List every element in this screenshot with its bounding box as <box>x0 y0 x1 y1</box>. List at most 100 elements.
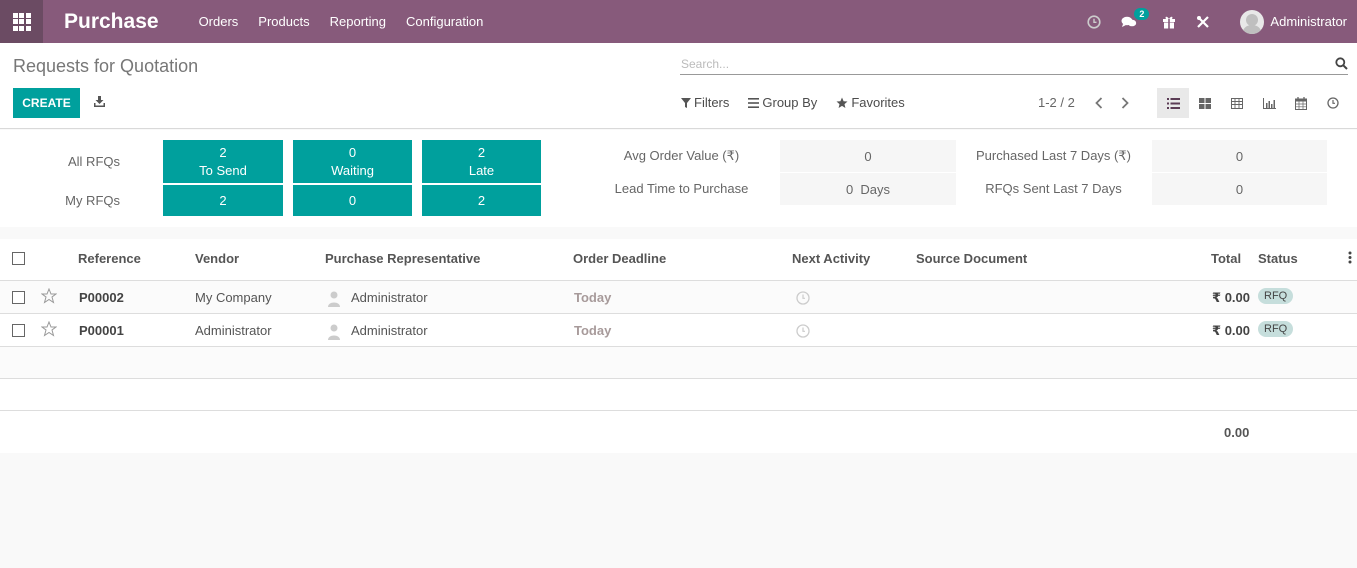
tile-my-late[interactable]: 2 <box>422 185 541 216</box>
clock-icon <box>1327 97 1339 109</box>
tile-my-to-send[interactable]: 2 <box>163 185 283 216</box>
column-vendor[interactable]: Vendor <box>195 251 239 266</box>
table-footer: 0.00 <box>0 411 1357 453</box>
purchase-dashboard: All RFQs My RFQs 2 To Send 0 Waiting 2 L… <box>0 130 1357 227</box>
table-icon <box>1231 97 1243 109</box>
column-next-activity[interactable]: Next Activity <box>792 251 870 266</box>
kebab-icon <box>1348 251 1352 264</box>
list-view-button[interactable] <box>1157 88 1189 118</box>
search-input[interactable] <box>680 56 1335 71</box>
tools-icon <box>1197 15 1210 28</box>
app-name: Purchase <box>64 9 159 33</box>
tile-count: 2 <box>477 192 486 208</box>
tile-my-waiting[interactable]: 0 <box>293 185 412 216</box>
column-status[interactable]: Status <box>1258 251 1298 266</box>
debug-tools-button[interactable] <box>1196 15 1210 29</box>
column-total[interactable]: Total <box>1211 251 1241 266</box>
export-button[interactable] <box>93 95 106 111</box>
chevron-right-icon <box>1121 96 1129 109</box>
star-icon <box>836 97 848 108</box>
kpi-rfqs-sent-7d: 0 <box>1152 173 1327 205</box>
cell-order-deadline: Today <box>574 290 612 305</box>
kpi-purchased-7d-label: Purchased Last 7 Days (₹) <box>976 148 1131 163</box>
view-switcher <box>1157 88 1349 118</box>
calendar-view-button[interactable] <box>1285 88 1317 118</box>
tile-all-to-send[interactable]: 2 To Send <box>163 140 283 183</box>
gift-button[interactable] <box>1162 15 1176 29</box>
cell-reference: P00001 <box>79 323 124 338</box>
menu-configuration[interactable]: Configuration <box>406 14 483 29</box>
kpi-avg-order-value-label: Avg Order Value (₹) <box>623 148 740 163</box>
systray: 2 Administrator <box>1069 0 1347 43</box>
activity-view-button[interactable] <box>1317 88 1349 118</box>
pager-previous-button[interactable] <box>1095 96 1103 109</box>
tile-count: 2 <box>219 192 227 208</box>
calendar-icon <box>1295 96 1307 110</box>
messages-count-badge: 2 <box>1134 7 1150 20</box>
star-outline-icon <box>40 320 58 337</box>
messaging-button[interactable]: 2 <box>1121 7 1150 29</box>
my-rfqs-label: My RFQs <box>65 193 120 208</box>
empty-row <box>0 379 1357 411</box>
tile-count: 0 <box>348 144 357 160</box>
filter-icon <box>681 97 691 108</box>
search-icon[interactable] <box>1335 57 1348 70</box>
priority-star[interactable] <box>40 287 58 307</box>
optional-columns-button[interactable] <box>1348 251 1352 267</box>
filters-button[interactable]: Filters <box>681 95 729 110</box>
status-badge: RFQ <box>1258 321 1294 337</box>
kpi-purchased-7d: 0 <box>1152 140 1327 172</box>
menu-orders[interactable]: Orders <box>199 14 239 29</box>
tile-count: 2 <box>477 144 486 160</box>
schedule-activity-button[interactable] <box>796 291 810 308</box>
kanban-view-button[interactable] <box>1189 88 1221 118</box>
tile-label: Late <box>468 162 495 178</box>
graph-view-button[interactable] <box>1253 88 1285 118</box>
column-representative[interactable]: Purchase Representative <box>325 251 480 266</box>
group-by-button[interactable]: Group By <box>748 95 817 110</box>
user-avatar-icon <box>328 291 340 307</box>
row-checkbox[interactable] <box>12 291 25 304</box>
search-options: Filters Group By Favorites <box>681 95 924 110</box>
tile-all-late[interactable]: 2 Late <box>422 140 541 183</box>
select-all-checkbox[interactable] <box>12 252 25 265</box>
kanban-icon <box>1199 97 1211 109</box>
column-order-deadline[interactable]: Order Deadline <box>573 251 666 266</box>
column-reference[interactable]: Reference <box>78 251 141 266</box>
cell-total: ₹ 0.00 <box>1212 290 1250 305</box>
favorites-button[interactable]: Favorites <box>836 95 905 110</box>
rfq-list-table: Reference Vendor Purchase Representative… <box>0 239 1357 453</box>
table-row[interactable]: P00001 Administrator Administrator Today… <box>0 314 1357 347</box>
create-button[interactable]: CREATE <box>13 88 80 118</box>
tile-all-waiting[interactable]: 0 Waiting <box>293 140 412 183</box>
breadcrumb-title: Requests for Quotation <box>13 56 199 76</box>
pager-value[interactable]: 1-2 / 2 <box>1038 95 1075 110</box>
column-source-document[interactable]: Source Document <box>916 251 1027 266</box>
priority-star[interactable] <box>40 320 58 340</box>
search-bar <box>680 53 1348 75</box>
table-row[interactable]: P00002 My Company Administrator Today ₹ … <box>0 281 1357 314</box>
user-avatar[interactable] <box>1240 9 1265 34</box>
status-badge: RFQ <box>1258 288 1294 304</box>
download-icon <box>94 96 105 107</box>
pivot-view-button[interactable] <box>1221 88 1253 118</box>
user-menu[interactable]: Administrator <box>1270 14 1347 29</box>
bars-icon <box>748 97 760 108</box>
control-panel: Requests for Quotation CREATE Filters Gr… <box>0 43 1357 129</box>
menu-reporting[interactable]: Reporting <box>330 14 386 29</box>
pager-next-button[interactable] <box>1121 96 1129 109</box>
list-icon <box>1166 97 1180 109</box>
empty-row <box>0 347 1357 379</box>
schedule-activity-button[interactable] <box>796 324 810 341</box>
footer-total: 0.00 <box>1224 425 1250 440</box>
row-checkbox[interactable] <box>12 324 25 337</box>
table-header: Reference Vendor Purchase Representative… <box>0 239 1357 281</box>
kpi-lead-time-label: Lead Time to Purchase <box>614 181 749 196</box>
top-navbar: Purchase Orders Products Reporting Confi… <box>0 0 1357 43</box>
cell-representative: Administrator <box>351 323 428 338</box>
apps-menu-button[interactable] <box>0 0 43 43</box>
favorites-label: Favorites <box>851 95 905 110</box>
activities-button[interactable] <box>1087 14 1102 29</box>
gift-icon <box>1163 16 1176 29</box>
menu-products[interactable]: Products <box>258 14 309 29</box>
